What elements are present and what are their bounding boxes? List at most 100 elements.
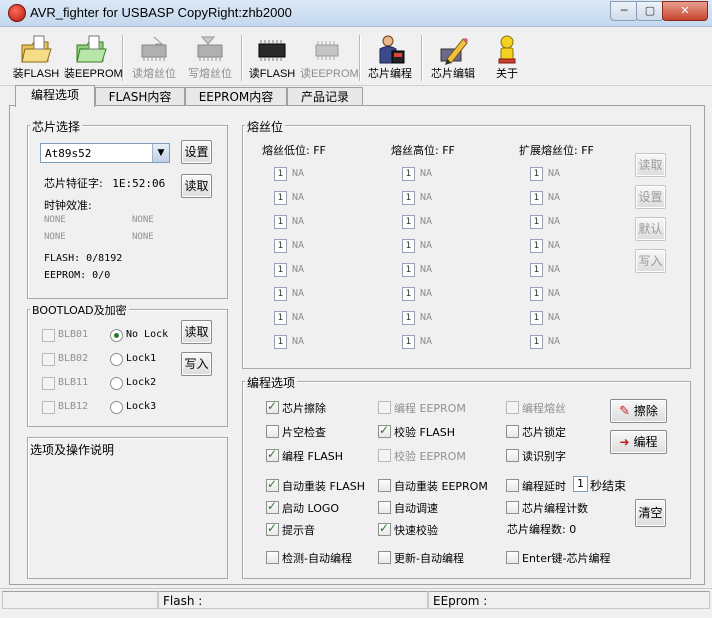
chevron-down-icon[interactable]: ▼: [152, 144, 169, 162]
delay-seconds-input[interactable]: 1: [573, 476, 588, 492]
load-flash-button[interactable]: 装FLASH: [12, 33, 60, 83]
chip-icon: [258, 40, 286, 61]
fuse-ext-header: 扩展熔丝位: FF: [519, 144, 594, 157]
fuse-bit-box[interactable]: 1: [530, 263, 543, 277]
fuse-bit-box[interactable]: 1: [530, 215, 543, 229]
fuse-bit-box[interactable]: 1: [274, 239, 287, 253]
program-option-checkbox[interactable]: [378, 501, 391, 514]
program-option-checkbox[interactable]: [378, 521, 391, 536]
fuse-bit-box[interactable]: 1: [402, 287, 415, 301]
fuse-read-button[interactable]: 读取: [635, 153, 666, 177]
toolbar-label: 读熔丝位: [132, 68, 176, 80]
fuse-bit-box[interactable]: 1: [530, 191, 543, 205]
chip-set-button[interactable]: 设置: [181, 140, 212, 164]
fuse-bit-box[interactable]: 1: [274, 287, 287, 301]
program-option-checkbox[interactable]: [378, 401, 391, 414]
clear-button[interactable]: 清空: [635, 499, 666, 527]
fuse-bit-box[interactable]: 1: [274, 335, 287, 349]
blb02-checkbox[interactable]: [42, 353, 55, 366]
blb01-checkbox[interactable]: [42, 329, 55, 342]
program-option-checkbox[interactable]: [266, 551, 279, 564]
tab-eeprom-content[interactable]: EEPROM内容: [185, 87, 287, 106]
status-eeprom: EEprom :: [428, 591, 710, 609]
group-label: 编程选项: [245, 374, 298, 391]
fuse-bit-box[interactable]: 1: [402, 335, 415, 349]
chip-program-button[interactable]: 芯片编程: [364, 33, 416, 83]
program-option-label: 片空检查: [282, 426, 326, 439]
program-option-checkbox[interactable]: [266, 499, 279, 514]
fuse-bit-box[interactable]: 1: [530, 335, 543, 349]
bootload-read-button[interactable]: 读取: [181, 320, 212, 344]
lock3-radio[interactable]: [110, 401, 123, 414]
program-option-checkbox[interactable]: [266, 425, 279, 438]
fuse-bit-name: NA: [292, 192, 305, 203]
fuse-bit-name: NA: [420, 288, 433, 299]
program-button[interactable]: ➜ 编程: [610, 430, 667, 454]
program-option-checkbox[interactable]: [378, 479, 391, 492]
program-option-checkbox[interactable]: [266, 399, 279, 414]
blb11-checkbox[interactable]: [42, 377, 55, 390]
write-fuse-button[interactable]: 写熔丝位: [184, 33, 236, 83]
fuse-bit-box[interactable]: 1: [402, 191, 415, 205]
fuse-bit-box[interactable]: 1: [402, 311, 415, 325]
fuse-bit-box[interactable]: 1: [530, 287, 543, 301]
fuse-bit-box[interactable]: 1: [530, 239, 543, 253]
program-option-checkbox[interactable]: [266, 521, 279, 536]
clock-value: NONE: [132, 232, 154, 242]
tab-flash-content[interactable]: FLASH内容: [95, 87, 185, 106]
program-option-checkbox[interactable]: [266, 447, 279, 462]
fuse-default-button[interactable]: 默认: [635, 217, 666, 241]
fuse-bit-box[interactable]: 1: [274, 191, 287, 205]
program-option-checkbox[interactable]: [506, 449, 519, 462]
status-flash: Flash :: [158, 591, 428, 609]
lock2-radio[interactable]: [110, 377, 123, 390]
load-eeprom-button[interactable]: 装EEPROM: [64, 33, 123, 83]
tab-product-record[interactable]: 产品记录: [287, 87, 363, 106]
maximize-button[interactable]: ▢: [636, 1, 664, 21]
title-bar[interactable]: AVR_fighter for USBASP CopyRight:zhb2000…: [0, 0, 712, 27]
read-fuse-button[interactable]: 读熔丝位: [128, 33, 180, 83]
blb12-checkbox[interactable]: [42, 401, 55, 414]
lock1-radio[interactable]: [110, 353, 123, 366]
no-lock-radio[interactable]: [110, 329, 123, 342]
fuse-bit-box[interactable]: 1: [402, 215, 415, 229]
minimize-button[interactable]: ─: [610, 1, 638, 21]
fuse-bit-box[interactable]: 1: [530, 167, 543, 181]
close-button[interactable]: ✕: [662, 1, 708, 21]
fuse-bit-box[interactable]: 1: [402, 263, 415, 277]
fuse-bit-box[interactable]: 1: [530, 311, 543, 325]
program-option-checkbox[interactable]: [506, 479, 519, 492]
erase-button[interactable]: ✎ 擦除: [610, 399, 667, 423]
fuse-write-button[interactable]: 写入: [635, 249, 666, 273]
chip-edit-button[interactable]: 芯片编辑: [427, 33, 479, 83]
toolbar-separator: [359, 35, 361, 81]
program-option-label: 编程熔丝: [522, 402, 566, 415]
chip-select-dropdown[interactable]: At89s52 ▼: [40, 143, 170, 163]
chip-read-button[interactable]: 读取: [181, 174, 212, 198]
program-option-checkbox[interactable]: [506, 425, 519, 438]
fuse-bit-name: NA: [292, 240, 305, 251]
program-option-checkbox[interactable]: [506, 501, 519, 514]
signature-value: 1E:52:06: [112, 177, 166, 190]
program-option-checkbox[interactable]: [378, 551, 391, 564]
about-button[interactable]: 关于: [485, 33, 529, 83]
fuse-bit-box[interactable]: 1: [274, 167, 287, 181]
fuse-set-button[interactable]: 设置: [635, 185, 666, 209]
program-option-checkbox[interactable]: [266, 477, 279, 492]
status-bar: Flash : EEprom :: [0, 588, 712, 618]
program-option-checkbox[interactable]: [378, 449, 391, 462]
fuse-bit-box[interactable]: 1: [402, 239, 415, 253]
bootload-write-button[interactable]: 写入: [181, 352, 212, 376]
fuse-low-header: 熔丝低位: FF: [262, 144, 326, 157]
fuse-bit-box[interactable]: 1: [402, 167, 415, 181]
program-option-checkbox[interactable]: [378, 423, 391, 438]
read-flash-button[interactable]: 读FLASH: [248, 33, 296, 83]
read-eeprom-button[interactable]: 读EEPROM: [300, 33, 359, 83]
program-option-checkbox[interactable]: [506, 401, 519, 414]
fuse-bit-box[interactable]: 1: [274, 311, 287, 325]
fuse-bit-box[interactable]: 1: [274, 215, 287, 229]
description-title: 选项及操作说明: [30, 443, 115, 457]
tab-program-options[interactable]: 编程选项: [15, 85, 95, 107]
program-option-checkbox[interactable]: [506, 551, 519, 564]
fuse-bit-box[interactable]: 1: [274, 263, 287, 277]
